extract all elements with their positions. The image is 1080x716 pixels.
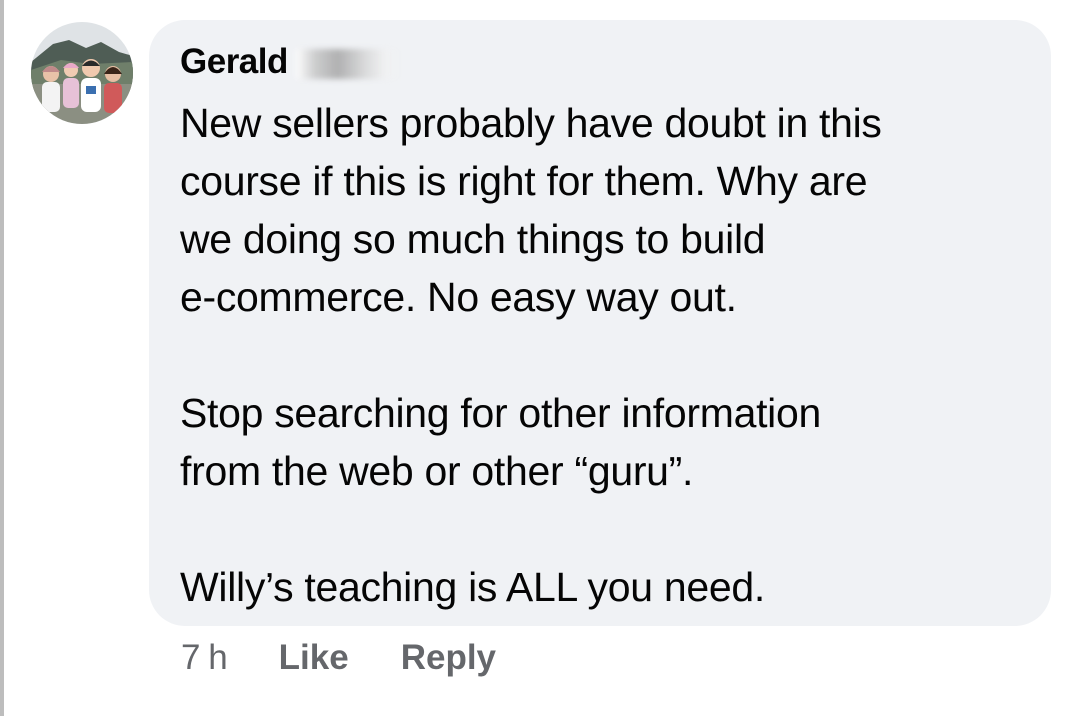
window-left-edge xyxy=(0,0,4,716)
author-name-link[interactable]: Gerald xyxy=(180,42,288,82)
comment-actions: 7 h Like Reply xyxy=(181,632,496,684)
reply-button[interactable]: Reply xyxy=(401,638,496,678)
family-photo-avatar-icon xyxy=(31,22,133,124)
avatar[interactable] xyxy=(31,22,133,124)
like-button[interactable]: Like xyxy=(279,638,349,678)
comment-paragraph: Stop searching for other information fro… xyxy=(180,390,821,494)
comment-timestamp-link[interactable]: 7 h xyxy=(181,638,228,678)
comment-header: Gerald xyxy=(180,38,400,86)
redacted-surname xyxy=(295,49,400,79)
comment-text: New sellers probably have doubt in this … xyxy=(180,94,1020,616)
comment-paragraph: New sellers probably have doubt in this … xyxy=(180,100,882,320)
comment-paragraph: Willy’s teaching is ALL you need. xyxy=(180,564,765,610)
